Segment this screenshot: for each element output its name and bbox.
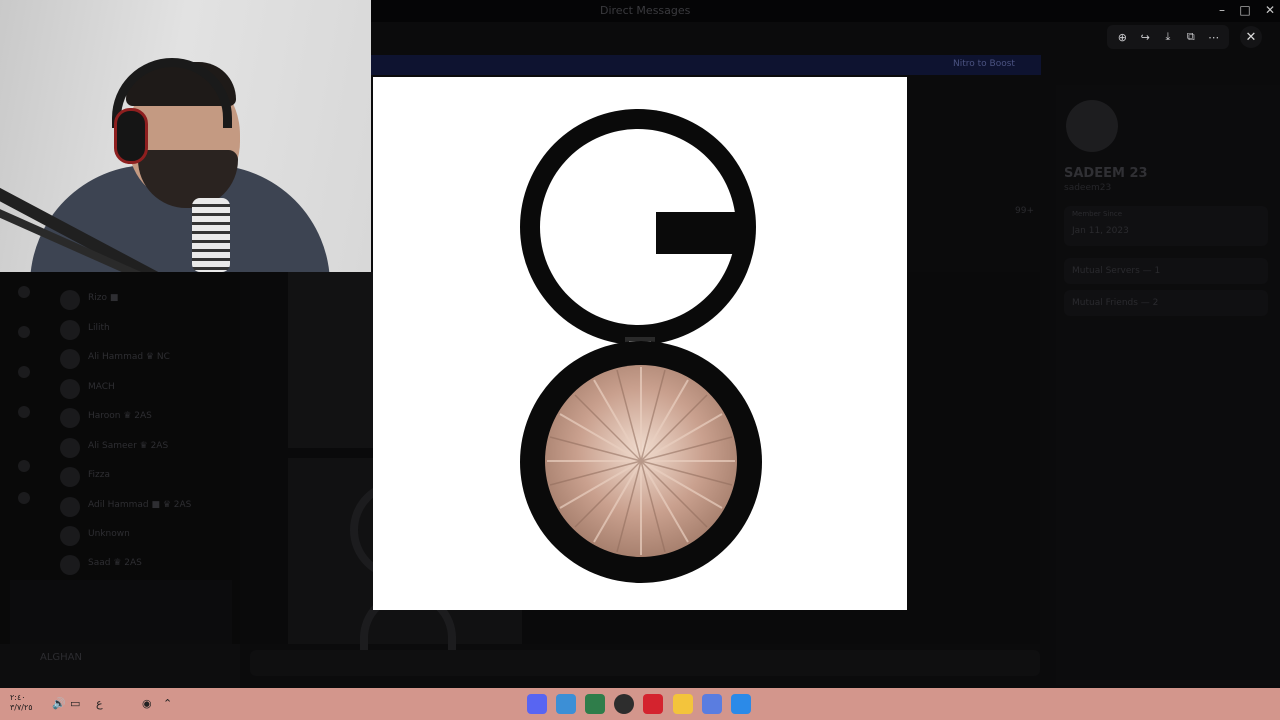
dm-name: Ali Sameer ♛ 2AS [88, 441, 169, 451]
volume-icon[interactable]: 🔊 [52, 697, 66, 710]
avatar [60, 379, 80, 399]
maximize-button[interactable]: □ [1237, 3, 1253, 17]
dm-name: Unknown [88, 529, 130, 539]
file-explorer-icon[interactable] [673, 694, 693, 714]
username: ALGHAN [40, 652, 83, 663]
nitro-banner-text[interactable]: Nitro to Boost [953, 59, 1015, 69]
obs-app-icon[interactable] [614, 694, 634, 714]
nitro-banner [371, 55, 1041, 75]
viewer-toolbar: ⊕ ↪ ⤓ ⧉ ⋯ [1107, 25, 1229, 49]
dm-name: Ali Hammad ♛ NC [88, 352, 170, 362]
minimize-button[interactable]: – [1214, 3, 1230, 17]
server-icon[interactable] [18, 326, 30, 338]
dm-item[interactable]: Fizza [56, 465, 236, 489]
online-count: 99+ [1015, 206, 1034, 216]
dm-item[interactable]: Ali Hammad ♛ NC [56, 347, 236, 371]
user-panel [0, 644, 240, 688]
download-icon[interactable]: ⤓ [1159, 28, 1177, 46]
dm-item[interactable]: Rizo ■ [56, 288, 236, 312]
dm-name: Saad ♛ 2AS [88, 558, 142, 568]
adobe-app-icon[interactable] [643, 694, 663, 714]
dm-name: Rizo ■ [88, 293, 119, 303]
window-title: Direct Messages [600, 4, 691, 17]
open-external-icon[interactable]: ⧉ [1182, 28, 1200, 46]
avatar [60, 467, 80, 487]
clock-time: ٢:٤٠ [10, 693, 26, 702]
avatar [60, 349, 80, 369]
server-rail [0, 272, 48, 572]
avatar [60, 290, 80, 310]
discord-app-icon[interactable] [527, 694, 547, 714]
dm-name: Fizza [88, 470, 110, 480]
avatar [60, 555, 80, 575]
mutual-friends[interactable]: Mutual Friends — 2 [1064, 290, 1268, 316]
clock-date: ٣/٧/٢٥ [10, 703, 33, 712]
dm-name: Lilith [88, 323, 110, 333]
webcam-overlay [0, 0, 371, 272]
add-server-icon[interactable] [18, 460, 30, 472]
app-icon-7[interactable] [702, 694, 722, 714]
screen: Direct Messages – □ ✕ Nitro to Boost Riz… [0, 0, 1280, 720]
member-since-label: Member Since [1072, 210, 1122, 218]
forward-icon[interactable]: ↪ [1136, 28, 1154, 46]
close-viewer-button[interactable]: ✕ [1240, 26, 1262, 48]
dm-name: Haroon ♛ 2AS [88, 411, 152, 421]
mutual-servers-label: Mutual Servers — 1 [1072, 266, 1161, 276]
image-viewer[interactable] [373, 77, 907, 610]
dm-name: Adil Hammad ■ ♛ 2AS [88, 500, 192, 510]
dm-item[interactable]: Saad ♛ 2AS [56, 553, 236, 577]
language-indicator[interactable]: ع [96, 697, 103, 710]
server-icon[interactable] [18, 406, 30, 418]
avatar [60, 497, 80, 517]
avatar [60, 408, 80, 428]
app-icon-3[interactable] [585, 694, 605, 714]
avatar [60, 526, 80, 546]
server-icon[interactable] [18, 366, 30, 378]
tray-app-icon[interactable]: ◉ [142, 697, 152, 710]
windows-store-icon[interactable] [731, 694, 751, 714]
profile-avatar[interactable] [1066, 100, 1118, 152]
member-since-date: Jan 11, 2023 [1072, 226, 1129, 236]
mutual-friends-label: Mutual Friends — 2 [1072, 298, 1159, 308]
dm-item[interactable]: Haroon ♛ 2AS [56, 406, 236, 430]
dm-name: MACH [88, 382, 115, 392]
taskbar [0, 688, 1280, 720]
message-input[interactable] [250, 650, 1040, 676]
more-icon[interactable]: ⋯ [1205, 28, 1223, 46]
avatar [60, 320, 80, 340]
avatar [60, 438, 80, 458]
message-image[interactable] [288, 272, 373, 448]
dm-item[interactable]: Lilith [56, 318, 236, 342]
title-bar [371, 0, 1280, 22]
zoom-in-icon[interactable]: ⊕ [1113, 28, 1131, 46]
voice-panel [10, 580, 232, 644]
network-icon[interactable]: ▭ [70, 697, 80, 710]
member-since-card: Member Since Jan 11, 2023 [1064, 206, 1268, 246]
window-close-button[interactable]: ✕ [1262, 3, 1278, 17]
profile-name: SADEEM 23 [1064, 166, 1148, 181]
tray-clock[interactable]: ٢:٤٠ ٣/٧/٢٥ [10, 693, 33, 713]
profile-handle: sadeem23 [1064, 183, 1112, 193]
microphone [192, 198, 230, 272]
chevron-up-icon[interactable]: ⌃ [163, 697, 172, 710]
mutual-servers[interactable]: Mutual Servers — 1 [1064, 258, 1268, 284]
explore-icon[interactable] [18, 492, 30, 504]
dm-item[interactable]: Unknown [56, 524, 236, 548]
compact-highlighter-image [520, 109, 762, 583]
game-app-icon[interactable] [556, 694, 576, 714]
dm-item[interactable]: Ali Sameer ♛ 2AS [56, 436, 236, 460]
headphone-earcup [114, 108, 148, 164]
server-icon[interactable] [18, 286, 30, 298]
dm-item[interactable]: MACH [56, 377, 236, 401]
dm-item[interactable]: Adil Hammad ■ ♛ 2AS [56, 495, 236, 519]
